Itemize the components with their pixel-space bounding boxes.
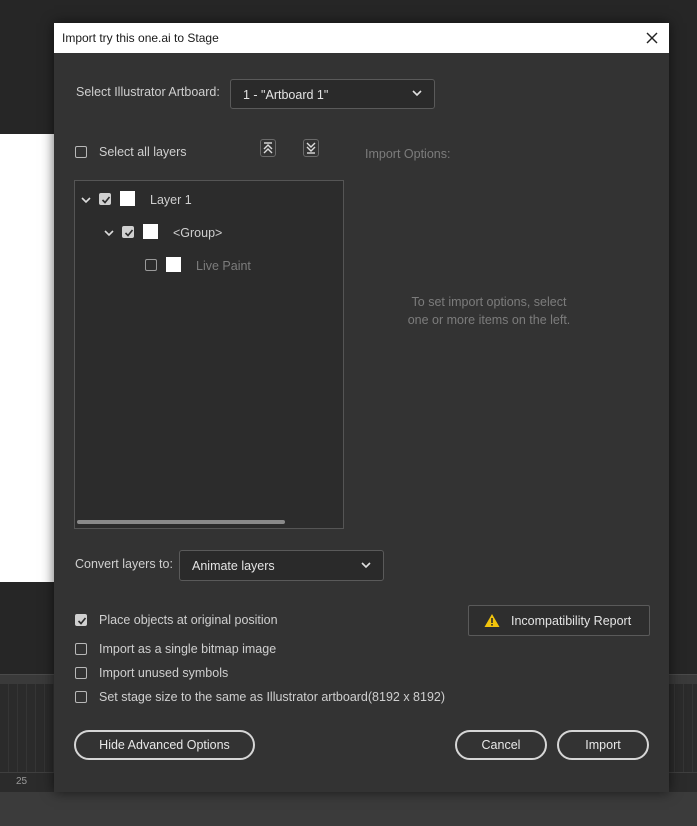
convert-layers-value: Animate layers xyxy=(192,559,275,573)
convert-layers-label: Convert layers to: xyxy=(75,557,173,571)
dialog-titlebar: Import try this one.ai to Stage xyxy=(54,23,669,53)
import-button[interactable]: Import xyxy=(557,730,649,760)
move-top-icon xyxy=(263,142,273,154)
tree-horizontal-scrollbar[interactable] xyxy=(77,520,285,524)
tree-item-group[interactable]: <Group> xyxy=(173,226,222,240)
place-original-position-checkbox[interactable] xyxy=(75,614,87,626)
chevron-down-icon[interactable] xyxy=(80,194,92,206)
incompatibility-report-label: Incompatibility Report xyxy=(511,614,632,628)
unused-symbols-checkbox[interactable] xyxy=(75,667,87,679)
live-paint-color-swatch xyxy=(166,257,181,272)
incompatibility-report-button[interactable]: Incompatibility Report xyxy=(468,605,650,636)
select-all-label: Select all layers xyxy=(99,145,187,159)
cancel-button[interactable]: Cancel xyxy=(455,730,547,760)
import-options-label: Import Options: xyxy=(365,147,451,161)
unused-symbols-label: Import unused symbols xyxy=(99,666,229,680)
warning-icon xyxy=(484,614,500,627)
layer-tree: Layer 1 <Group> Live Paint xyxy=(74,180,344,529)
stage-size-checkbox[interactable] xyxy=(75,691,87,703)
single-bitmap-label: Import as a single bitmap image xyxy=(99,642,277,656)
hide-advanced-options-button[interactable]: Hide Advanced Options xyxy=(74,730,255,760)
artboard-label: Select Illustrator Artboard: xyxy=(76,85,220,99)
layer-color-swatch xyxy=(120,191,135,206)
close-button[interactable] xyxy=(641,27,663,49)
select-all-checkbox[interactable] xyxy=(75,146,87,158)
artboard-dropdown-value: 1 - "Artboard 1" xyxy=(243,88,329,102)
chevron-down-icon[interactable] xyxy=(103,227,115,239)
place-original-position-label: Place objects at original position xyxy=(99,613,278,627)
stage-canvas xyxy=(0,134,60,582)
import-options-hint-line2: one or more items on the left. xyxy=(407,313,571,327)
live-paint-checkbox[interactable] xyxy=(145,259,157,271)
stage-size-label: Set stage size to the same as Illustrato… xyxy=(99,690,446,704)
dialog-title: Import try this one.ai to Stage xyxy=(62,31,219,45)
artboard-dropdown[interactable]: 1 - "Artboard 1" xyxy=(230,79,435,109)
close-icon xyxy=(646,32,658,44)
checkmark-icon xyxy=(101,196,111,204)
checkmark-icon xyxy=(77,617,87,625)
chevron-down-icon xyxy=(412,90,422,97)
tree-item-layer-1[interactable]: Layer 1 xyxy=(150,193,192,207)
tree-item-live-paint[interactable]: Live Paint xyxy=(196,259,251,273)
move-to-bottom-button[interactable] xyxy=(303,139,319,157)
group-checkbox[interactable] xyxy=(122,226,134,238)
move-bottom-icon xyxy=(306,142,316,154)
import-dialog: Import try this one.ai to Stage Select I… xyxy=(54,23,669,792)
chevron-down-icon xyxy=(361,562,371,569)
group-color-swatch xyxy=(143,224,158,239)
checkmark-icon xyxy=(124,229,134,237)
import-options-hint-line1: To set import options, select xyxy=(411,295,567,309)
layer-1-checkbox[interactable] xyxy=(99,193,111,205)
convert-layers-dropdown[interactable]: Animate layers xyxy=(179,550,384,581)
move-to-top-button[interactable] xyxy=(260,139,276,157)
import-options-hint: To set import options, select one or mor… xyxy=(384,293,594,329)
single-bitmap-checkbox[interactable] xyxy=(75,643,87,655)
app-footer xyxy=(0,792,697,826)
timeline-frame-marker: 25 xyxy=(16,776,28,787)
